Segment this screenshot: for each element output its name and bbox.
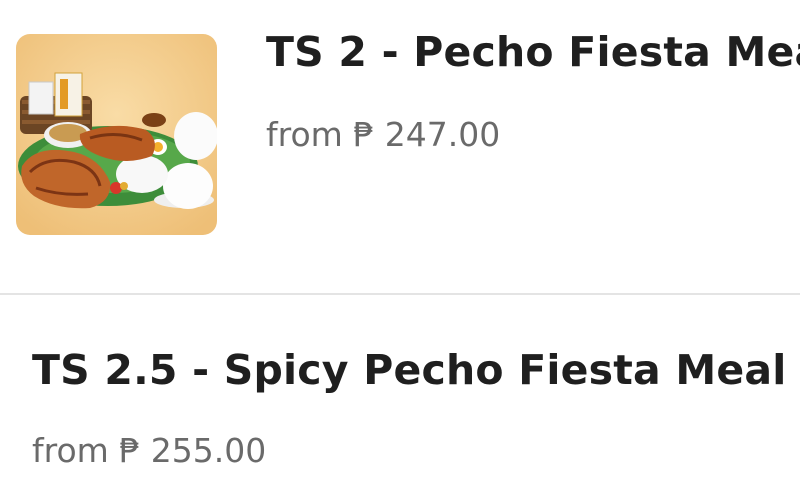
- menu-item-pecho-fiesta-meal[interactable]: TS 2 - Pecho Fiesta Meal from ₱ 247.00: [0, 0, 800, 294]
- menu-item-title: TS 2 - Pecho Fiesta Meal: [266, 28, 800, 76]
- food-photo-icon[interactable]: [16, 34, 217, 235]
- divider: [0, 293, 800, 295]
- menu-item-spicy-pecho-fiesta-meal[interactable]: TS 2.5 - Spicy Pecho Fiesta Meal from ₱ …: [0, 296, 800, 495]
- menu-list: TS 2 - Pecho Fiesta Meal from ₱ 247.00 T…: [0, 0, 800, 495]
- menu-item-price: from ₱ 247.00: [266, 115, 501, 154]
- menu-item-price: from ₱ 255.00: [32, 431, 267, 470]
- menu-item-title: TS 2.5 - Spicy Pecho Fiesta Meal: [32, 346, 787, 394]
